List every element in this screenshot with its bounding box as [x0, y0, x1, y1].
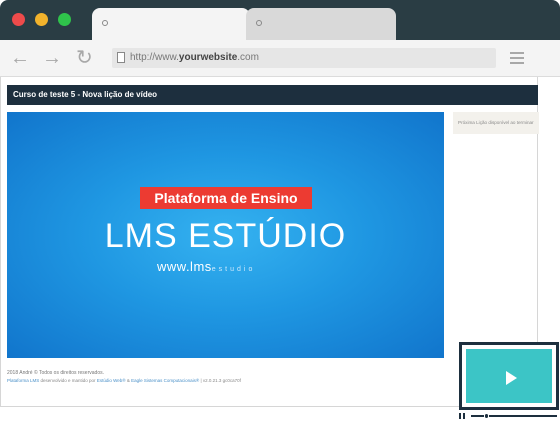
platform-link[interactable]: Plataforma LMS	[7, 378, 39, 383]
tab-favicon-icon	[102, 20, 108, 26]
forward-arrow-icon[interactable]: →	[42, 48, 62, 68]
studio-link[interactable]: Estúdio Web®	[97, 378, 126, 383]
player-screen	[459, 342, 559, 410]
reload-icon[interactable]: ↻	[76, 48, 93, 68]
browser-tab-inactive[interactable]	[246, 8, 396, 40]
video-player[interactable]: Plataforma de Ensino LMS ESTÚDIO www.lms…	[7, 112, 444, 358]
back-arrow-icon[interactable]: ←	[10, 48, 30, 68]
play-icon[interactable]	[506, 371, 517, 385]
address-url: http://www.yourwebsite.com	[130, 52, 259, 63]
footer-credits: Plataforma LMS desenvolvido e mantido po…	[7, 378, 241, 383]
menu-icon[interactable]	[510, 52, 524, 64]
pause-icon[interactable]	[459, 413, 465, 419]
progress-knob[interactable]	[484, 413, 490, 419]
eagle-link[interactable]: Eagle Sistemas Computacionais®	[131, 378, 199, 383]
maximize-window-button[interactable]	[58, 13, 71, 26]
browser-tab-active[interactable]	[92, 8, 250, 40]
lesson-title-bar: Curso de teste 5 - Nova lição de vídeo	[7, 85, 538, 105]
browser-toolbar: ← → ↻ http://www.yourwebsite.com	[0, 40, 560, 77]
tab-favicon-icon	[256, 20, 262, 26]
page-icon	[117, 52, 125, 63]
player-display	[466, 349, 552, 403]
next-lesson-note: Próxima Lição disponível ao terminar	[453, 112, 539, 134]
close-window-button[interactable]	[12, 13, 25, 26]
video-badge: Plataforma de Ensino	[140, 187, 312, 209]
video-site-text: www.lmsestudio	[157, 259, 256, 274]
browser-titlebar	[0, 0, 560, 40]
address-bar[interactable]: http://www.yourwebsite.com	[112, 48, 496, 68]
video-player-widget	[459, 342, 559, 419]
page-viewport: Curso de teste 5 - Nova lição de vídeo P…	[0, 77, 539, 407]
footer-copyright: 2018 André © Todos os direitos reservado…	[7, 370, 104, 376]
player-controls	[459, 413, 559, 419]
minimize-window-button[interactable]	[35, 13, 48, 26]
video-headline: LMS ESTÚDIO	[104, 217, 347, 255]
